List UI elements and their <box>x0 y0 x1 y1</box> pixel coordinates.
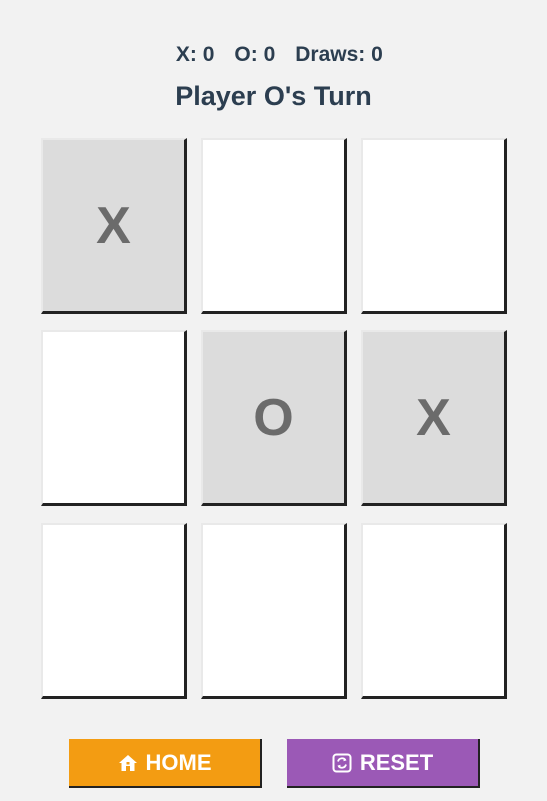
x-score: X: 0 <box>176 43 215 67</box>
reset-button-label: RESET <box>359 749 434 775</box>
home-icon <box>118 754 137 771</box>
board-cell-2[interactable] <box>201 138 347 314</box>
board-cell-5[interactable]: O <box>201 330 347 506</box>
o-score-label: O: <box>234 43 258 66</box>
scoreboard: X: 0 O: 0 Draws: 0 <box>0 19 547 67</box>
board-cell-4[interactable] <box>41 330 187 506</box>
draws-score: Draws: 0 <box>295 43 383 67</box>
board-cell-3[interactable] <box>361 138 507 314</box>
board-cell-1[interactable]: X <box>41 138 187 314</box>
o-score-value: 0 <box>263 43 276 66</box>
reset-icon <box>332 753 352 772</box>
o-score: O: 0 <box>234 43 275 67</box>
x-score-value: 0 <box>202 43 215 66</box>
home-button-label: HOME <box>145 749 212 775</box>
board-cell-8[interactable] <box>201 523 347 699</box>
turn-indicator: Player O's Turn <box>175 81 372 111</box>
draws-score-label: Draws: <box>295 43 366 66</box>
draws-score-value: 0 <box>371 43 383 66</box>
board-cell-7[interactable] <box>41 523 187 699</box>
board-cell-6[interactable]: X <box>361 330 507 506</box>
reset-button[interactable]: RESET <box>287 739 480 788</box>
x-score-label: X: <box>175 43 197 66</box>
home-button[interactable]: HOME <box>69 739 262 788</box>
board-cell-9[interactable] <box>361 523 507 699</box>
game-board: X O X <box>41 138 507 701</box>
